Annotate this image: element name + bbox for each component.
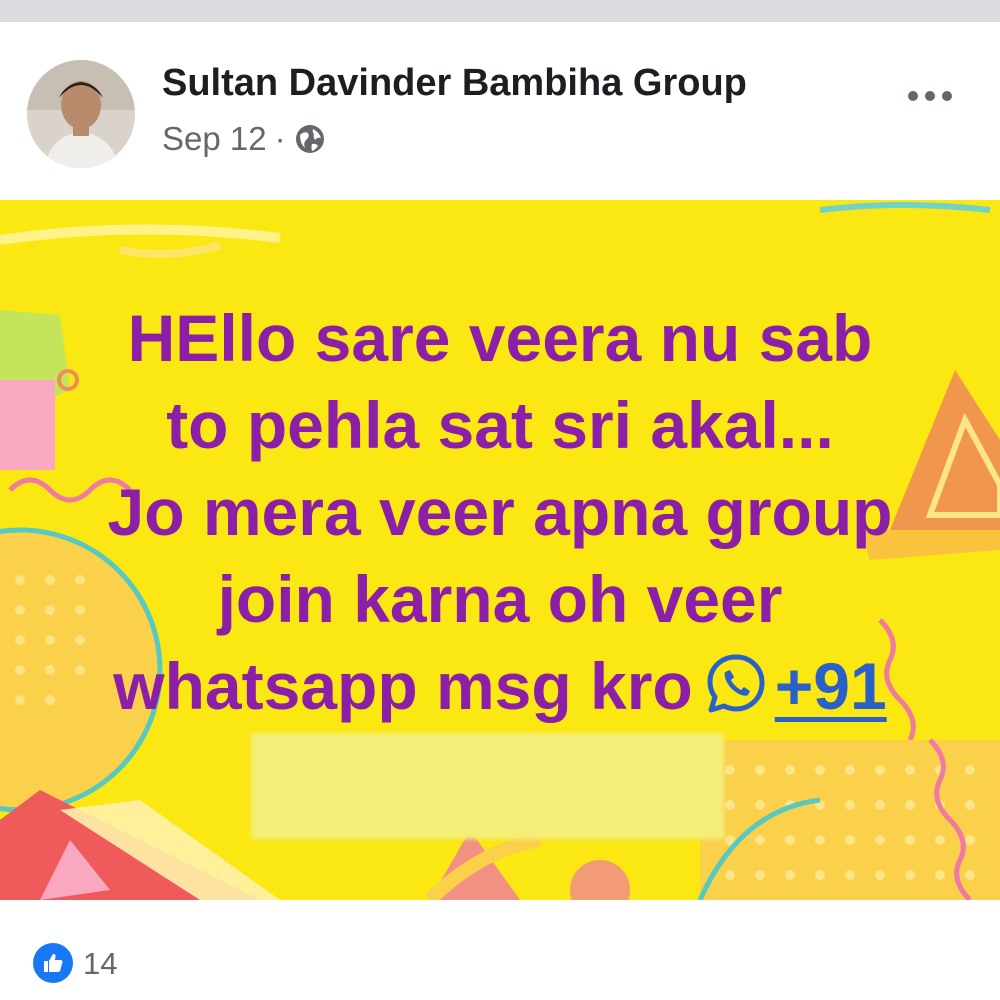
- post-meta: Sep 12 ·: [162, 120, 326, 158]
- post-banner: HEllo sare veera nu sab to pehla sat sri…: [0, 200, 1000, 900]
- post-line: to pehla sat sri akal...: [166, 388, 834, 462]
- phone-number-link[interactable]: +91: [775, 649, 887, 723]
- top-divider: [0, 0, 1000, 22]
- avatar-image: [27, 60, 135, 168]
- post-header: Sultan Davinder Bambiha Group Sep 12 ·: [0, 22, 1000, 200]
- redacted-phone-number: [251, 733, 724, 839]
- post-line: HEllo sare veera nu sab: [127, 301, 873, 375]
- meta-separator: ·: [274, 120, 286, 157]
- reaction-count[interactable]: 14: [83, 946, 117, 982]
- post-line: whatsapp msg kro: [113, 649, 693, 723]
- post-date[interactable]: Sep 12: [162, 120, 267, 158]
- post-line: join karna oh veer: [217, 562, 783, 636]
- post-line-contact: whatsapp msg kro +91: [0, 643, 1000, 730]
- like-icon[interactable]: [33, 943, 73, 983]
- reactions-bar: 14: [0, 900, 1000, 1000]
- post-line: Jo mera veer apna group: [107, 475, 893, 549]
- post-text: HEllo sare veera nu sab to pehla sat sri…: [0, 295, 1000, 730]
- post-author[interactable]: Sultan Davinder Bambiha Group: [162, 62, 747, 105]
- facebook-post: Sultan Davinder Bambiha Group Sep 12 · H…: [0, 0, 1000, 1000]
- more-options-icon[interactable]: [900, 76, 960, 116]
- whatsapp-icon: [703, 651, 769, 717]
- globe-icon: [294, 123, 326, 155]
- avatar[interactable]: [27, 60, 135, 168]
